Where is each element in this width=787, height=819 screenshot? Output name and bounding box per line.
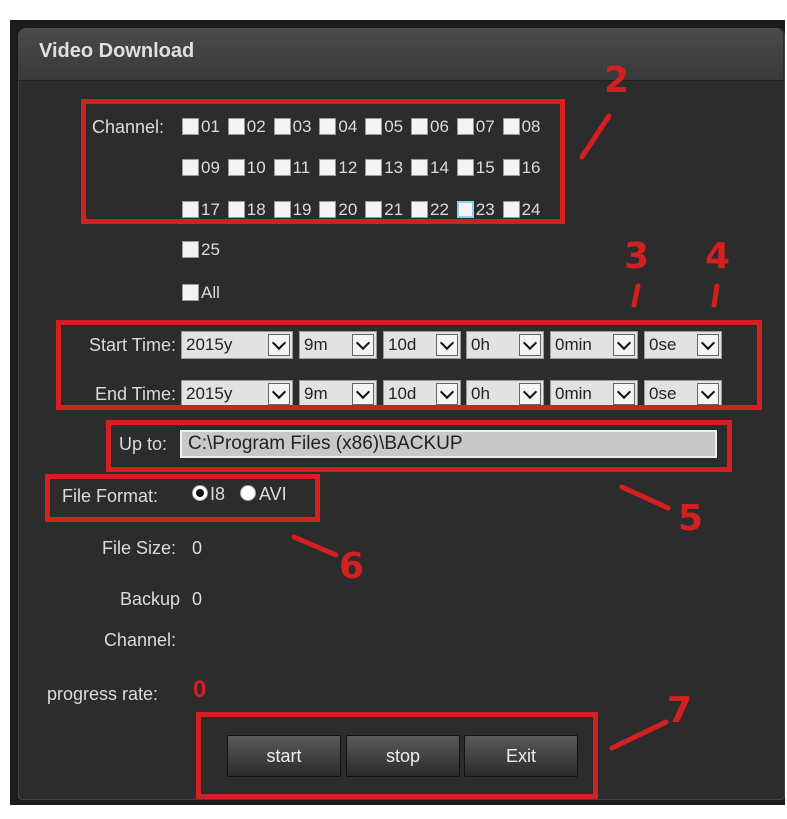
annotation-number-4: 4 <box>705 236 731 277</box>
annotation-number-3: 3 <box>624 236 650 277</box>
annotation-number-6: 6 <box>339 546 365 587</box>
annotation-line-5 <box>619 484 671 511</box>
annotation-line-4 <box>711 283 720 308</box>
annotation-line-3 <box>631 283 641 308</box>
annotation-number-7: 7 <box>667 690 693 731</box>
annotation-line-2 <box>579 113 612 160</box>
annotation-number-2: 2 <box>604 60 630 101</box>
annotation-line-6 <box>291 534 339 558</box>
annotation-line-7 <box>609 719 669 751</box>
annotation-number-5: 5 <box>678 498 704 539</box>
